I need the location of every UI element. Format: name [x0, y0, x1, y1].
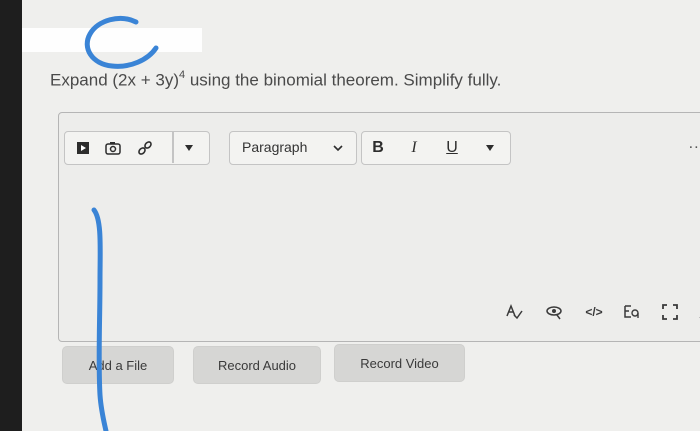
- record-video-button[interactable]: Record Video: [334, 344, 465, 382]
- chevron-down-icon: [328, 138, 348, 158]
- more-options-icon[interactable]: ...: [689, 135, 700, 153]
- source-code-icon[interactable]: </>: [583, 303, 605, 321]
- resize-icon[interactable]: [693, 303, 700, 321]
- top-banner: [22, 28, 202, 52]
- editor-text-area[interactable]: [59, 173, 700, 293]
- format-toolbar-group: B I U: [361, 131, 511, 165]
- italic-button[interactable]: I: [404, 138, 424, 158]
- underline-button[interactable]: U: [442, 138, 462, 158]
- question-suffix: using the binomial theorem. Simplify ful…: [185, 70, 502, 90]
- link-icon[interactable]: [135, 138, 155, 158]
- record-audio-button[interactable]: Record Audio: [193, 346, 321, 384]
- question-prefix: Expand (2x + 3y): [50, 70, 179, 90]
- rich-text-editor[interactable]: Paragraph B I U ... </>: [58, 112, 700, 342]
- bold-button[interactable]: B: [368, 138, 388, 158]
- video-icon[interactable]: [73, 138, 93, 158]
- question-text: Expand (2x + 3y)4 using the binomial the…: [50, 69, 502, 91]
- accessibility-icon[interactable]: [543, 303, 565, 321]
- bottom-toolbar: </>: [59, 303, 700, 323]
- image-icon[interactable]: [103, 138, 123, 158]
- toolbar-divider: [172, 132, 174, 163]
- paragraph-style-select[interactable]: Paragraph: [229, 131, 357, 165]
- format-dropdown-icon[interactable]: [480, 138, 500, 158]
- insert-dropdown-icon[interactable]: [179, 138, 199, 158]
- equation-icon[interactable]: [621, 303, 643, 321]
- question-exponent: 4: [179, 69, 186, 81]
- add-file-button[interactable]: Add a File: [62, 346, 174, 384]
- insert-toolbar-group: [64, 131, 210, 165]
- page: Expand (2x + 3y)4 using the binomial the…: [22, 0, 700, 431]
- paragraph-style-label: Paragraph: [242, 139, 308, 155]
- spellcheck-icon[interactable]: [503, 303, 525, 321]
- fullscreen-icon[interactable]: [659, 303, 681, 321]
